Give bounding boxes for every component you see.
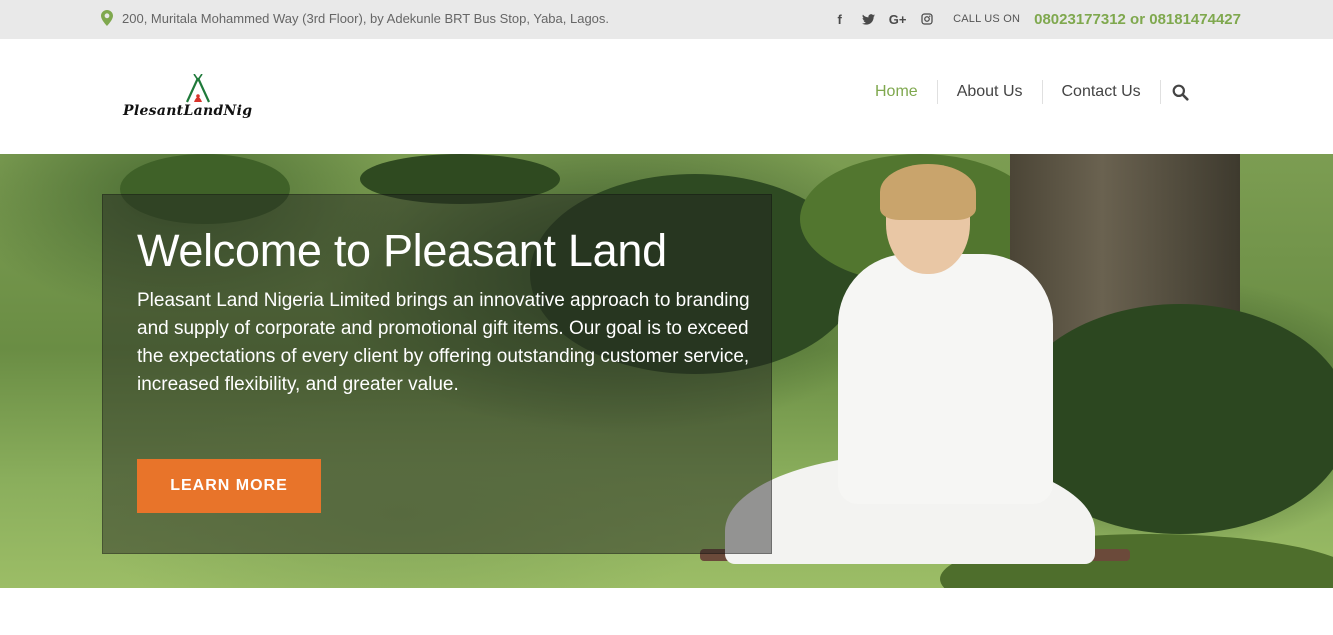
- tent-logo-icon: [186, 74, 210, 103]
- nav-about-us[interactable]: About Us: [938, 79, 1042, 105]
- instagram-icon[interactable]: [912, 9, 941, 29]
- hero-caption: Welcome to Pleasant Land Pleasant Land N…: [102, 194, 772, 554]
- learn-more-button[interactable]: LEARN MORE: [137, 459, 321, 513]
- google-plus-icon[interactable]: G+: [883, 9, 912, 29]
- search-button[interactable]: [1161, 79, 1201, 105]
- top-bar-contacts: f G+ CALL US ON 08023177312 or 081814744…: [825, 9, 1241, 29]
- search-icon: [1172, 84, 1189, 101]
- logo-text: PlesantLandNig: [123, 103, 253, 119]
- site-logo[interactable]: PlesantLandNig: [123, 74, 273, 124]
- person-body: [838, 254, 1053, 504]
- person-hair: [880, 164, 976, 220]
- nav-home[interactable]: Home: [856, 79, 937, 105]
- site-header: PlesantLandNig Home About Us Contact Us: [0, 39, 1333, 154]
- phone-numbers[interactable]: 08023177312 or 08181474427: [1034, 11, 1241, 28]
- address: 200, Muritala Mohammed Way (3rd Floor), …: [101, 10, 609, 26]
- map-pin-icon: [101, 10, 113, 26]
- call-us-label: CALL US ON: [953, 13, 1021, 25]
- hero-description: Pleasant Land Nigeria Limited brings an …: [137, 290, 750, 395]
- hero-title: Welcome to Pleasant Land: [137, 225, 667, 276]
- top-bar: 200, Muritala Mohammed Way (3rd Floor), …: [0, 0, 1333, 39]
- twitter-bird-icon: [862, 13, 876, 25]
- instagram-glyph-icon: [920, 13, 933, 25]
- main-nav: Home About Us Contact Us: [856, 79, 1201, 105]
- nav-contact-us[interactable]: Contact Us: [1043, 79, 1160, 105]
- twitter-icon[interactable]: [854, 9, 883, 29]
- address-text: 200, Muritala Mohammed Way (3rd Floor), …: [122, 10, 610, 26]
- facebook-icon[interactable]: f: [825, 9, 854, 29]
- hero-banner: Welcome to Pleasant Land Pleasant Land N…: [0, 154, 1333, 588]
